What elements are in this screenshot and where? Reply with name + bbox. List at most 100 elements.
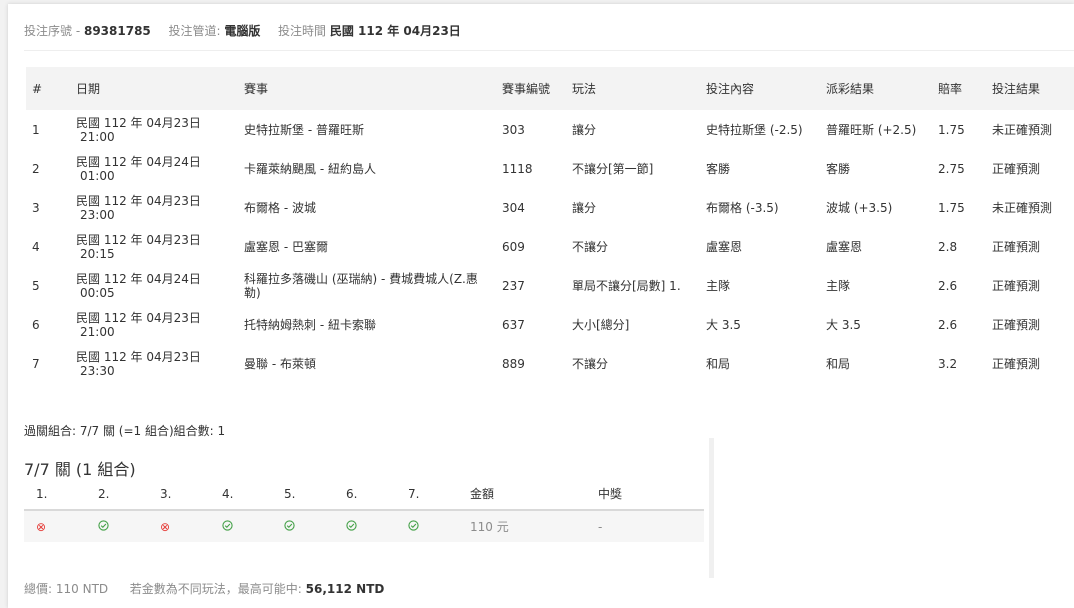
row-number: 7 [32,356,40,371]
row-date: 民國 112 年 04月23日 21:00 [70,305,238,344]
time-value: 民國 112 年 04月23日 [329,24,461,38]
combo-col-header: 金額 [470,487,495,501]
row-result: 正確預測 [992,239,1041,254]
row-result: 未正確預測 [992,122,1053,137]
row-date-time: 23:00 [80,207,115,222]
col-header: 玩法 [572,81,597,96]
row-date-day: 民國 112 年 04月24日 [76,154,201,169]
table-row: 6 民國 112 年 04月23日 21:00 托特納姆熱刺 - 紐卡索聯 637 大小[… [26,305,1074,344]
row-number: 3 [32,200,40,215]
channel-value: 電腦版 [224,24,261,38]
row-play: 不讓分 [572,239,609,254]
row-event: 托特納姆熱刺 - 紐卡索聯 [244,317,376,332]
row-event-id: 889 [502,356,525,371]
row-payout: 大 3.5 [826,317,861,332]
row-date: 民國 112 年 04月24日 00:05 [70,266,238,305]
channel-label: 投注管道: [168,24,221,38]
combo-col-header: 5. [284,486,296,501]
bet-detail-card: 投注序號 - 89381785 投注管道: 電腦版 投注時間 民國 112 年 … [8,4,1074,608]
row-date-day: 民國 112 年 04月23日 [76,193,201,208]
win-icon [98,519,109,534]
row-result: 未正確預測 [992,200,1053,215]
combo-col-header: 6. [346,486,358,501]
win-icon [284,519,295,534]
lose-icon: ⊗ [160,519,171,534]
bet-info-bar: 投注序號 - 89381785 投注管道: 電腦版 投注時間 民國 112 年 … [24,22,461,39]
table-row: 5 民國 112 年 04月24日 00:05 科羅拉多落磯山 (巫瑞納) - 費城費… [26,266,1074,305]
divider [24,50,1074,51]
row-play: 大小[總分] [572,317,630,332]
col-header: 投注結果 [992,81,1041,96]
row-odds: 2.6 [938,278,958,293]
combo-leg-4 [210,510,272,542]
table-header-row: # 日期 賽事 賽事編號 玩法 投注內容 派彩結果 賠率 投注結果 [26,67,1074,110]
combo-leg-7 [396,510,458,542]
win-icon [408,519,419,534]
combo-col-header: 3. [160,486,172,501]
row-bet: 和局 [706,356,731,371]
lose-icon: ⊗ [36,519,47,534]
max-value: 56,112 NTD [305,582,385,596]
total-label: 總價: [24,582,53,596]
table-row: 4 民國 112 年 04月23日 20:15 盧塞恩 - 巴塞爾 609 不讓分 盧塞恩 盧… [26,227,1074,266]
row-bet: 史特拉斯堡 (-2.5) [706,122,803,137]
serial-value: 89381785 [83,24,151,38]
row-date-time: 20:15 [80,246,115,261]
combo-leg-1: ⊗ [24,510,86,542]
row-play: 不讓分 [572,356,609,371]
combo-leg-5 [272,510,334,542]
row-payout: 客勝 [826,161,851,176]
combo-col-header: 7. [408,486,420,501]
row-number: 5 [32,278,40,293]
total-value: 110 NTD [55,582,109,596]
row-event: 科羅拉多落磯山 (巫瑞納) - 費城費城人(Z.惠勒) [244,271,478,300]
combo-leg-3: ⊗ [148,510,210,542]
row-result: 正確預測 [992,317,1041,332]
row-event: 史特拉斯堡 - 普羅旺斯 [244,122,364,137]
row-odds: 2.8 [938,239,958,254]
combo-prize: - [598,519,603,534]
row-event-id: 637 [502,317,525,332]
row-odds: 1.75 [938,122,965,137]
row-event: 布爾格 - 波城 [244,200,316,215]
row-bet: 布爾格 (-3.5) [706,200,779,215]
combo-col-header: 4. [222,486,234,501]
table-row: 1 民國 112 年 04月23日 21:00 史特拉斯堡 - 普羅旺斯 303 讓分 史特… [26,110,1074,149]
combo-amount: 110 元 [470,520,509,534]
row-event: 盧塞恩 - 巴塞爾 [244,239,328,254]
combo-col-header: 1. [36,486,48,501]
col-header: 賽事 [244,81,269,96]
row-date-time: 23:30 [80,363,115,378]
row-date: 民國 112 年 04月23日 20:15 [70,227,238,266]
col-header: # [32,81,43,96]
combo-table: 1. 2. 3. 4. 5. 6. 7. 金額 中獎 ⊗ ⊗ 110 元 - [24,478,704,542]
row-odds: 2.6 [938,317,958,332]
table-row: 7 民國 112 年 04月23日 23:30 曼聯 - 布萊頓 889 不讓分 和局 和局 3… [26,344,1074,383]
row-date-day: 民國 112 年 04月24日 [76,271,201,286]
row-number: 2 [32,161,40,176]
row-event-id: 609 [502,239,525,254]
row-play: 讓分 [572,200,597,215]
footer-summary: 總價: 110 NTD 若金數為不同玩法，最高可能中: 56,112 NTD [24,580,384,597]
row-play: 不讓分[第一節] [572,161,654,176]
row-date-day: 民國 112 年 04月23日 [76,310,201,325]
col-header: 派彩結果 [826,81,875,96]
row-payout: 主隊 [826,278,851,293]
row-bet: 盧塞恩 [706,239,743,254]
row-event: 曼聯 - 布萊頓 [244,356,316,371]
row-number: 6 [32,317,40,332]
row-odds: 2.75 [938,161,965,176]
row-event-id: 1118 [502,161,533,176]
row-result: 正確預測 [992,278,1041,293]
col-header: 日期 [76,81,101,96]
row-play: 讓分 [572,122,597,137]
bets-table: # 日期 賽事 賽事編號 玩法 投注內容 派彩結果 賠率 投注結果 1 民國 11… [26,67,1074,383]
combo-summary: 過關組合: 7/7 關 (=1 組合)組合數: 1 [24,424,226,438]
row-result: 正確預測 [992,161,1041,176]
serial-label: 投注序號 - [24,24,81,38]
row-bet: 客勝 [706,161,731,176]
row-date-day: 民國 112 年 04月23日 [76,232,201,247]
combo-leg-6 [334,510,396,542]
row-event-id: 304 [502,200,525,215]
combo-header-row: 1. 2. 3. 4. 5. 6. 7. 金額 中獎 [24,478,704,510]
